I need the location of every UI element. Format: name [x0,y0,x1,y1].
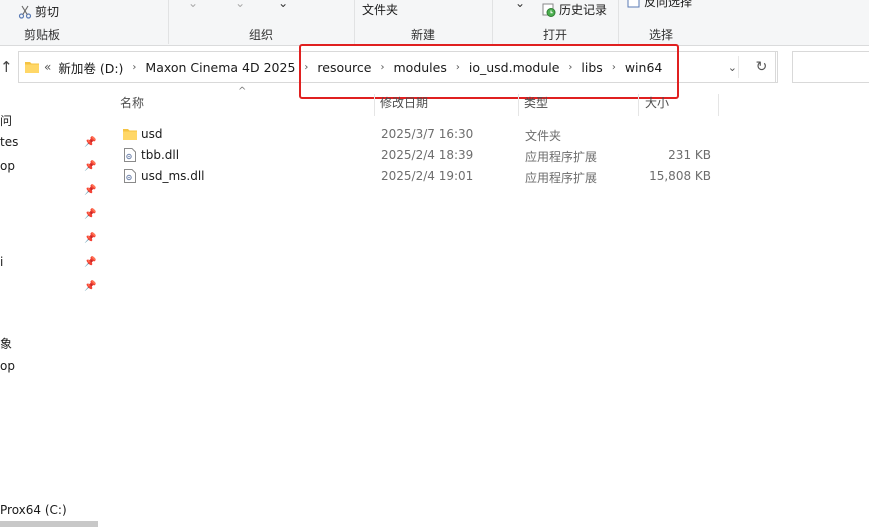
folder-icon [123,129,137,140]
nav-item[interactable]: i [0,255,3,269]
ribbon-group-label: 新建 [410,28,435,42]
dll-file-icon [124,169,136,183]
ribbon-group-organize: 组织 [168,0,354,46]
breadcrumb-item[interactable]: modules [394,60,447,75]
address-row: ↑ « 新加卷 (D:) › Maxon Cinema 4D 2025 › re… [0,49,869,87]
ribbon-group-label: 剪贴板 [23,28,60,42]
file-row[interactable]: usd 2025/3/7 16:30 文件夹 [120,124,720,145]
ribbon-group-select: 选择 [618,0,704,46]
breadcrumb: « 新加卷 (D:) › Maxon Cinema 4D 2025 › reso… [44,58,662,77]
column-header-type[interactable]: 类型 [524,94,548,116]
file-modified: 2025/2/4 19:01 [381,169,474,183]
file-row[interactable]: usd_ms.dll 2025/2/4 19:01 应用程序扩展 15,808 … [120,166,720,187]
pin-icon[interactable]: 📌 [84,161,96,172]
nav-item[interactable]: op [0,159,15,173]
nav-item[interactable]: op [0,359,15,373]
column-header-name[interactable]: 名称 [120,94,144,116]
pin-icon[interactable]: 📌 [84,185,96,196]
pin-icon[interactable]: 📌 [84,233,96,244]
column-divider[interactable] [518,94,519,116]
refresh-icon: ↻ [755,59,768,75]
address-bar[interactable]: « 新加卷 (D:) › Maxon Cinema 4D 2025 › reso… [18,51,776,83]
file-size: 15,808 KB [649,169,711,183]
dll-file-icon [124,148,136,162]
refresh-button[interactable]: ↻ [746,51,778,83]
file-type: 应用程序扩展 [525,171,598,185]
chevron-right-icon[interactable]: › [132,62,136,73]
horizontal-scrollbar[interactable] [0,521,98,527]
navigation-pane: 问 tes 📌 op 📌 📌 📌 📌 i 📌 📌 象 op Prox64 (C:… [0,92,102,527]
ribbon-group-new: 新建 [354,0,492,46]
ribbon-group-open: 打开 [492,0,618,46]
file-name: usd [141,127,163,141]
pin-icon[interactable]: 📌 [84,257,96,268]
breadcrumb-item[interactable]: io_usd.module [469,60,560,75]
column-divider[interactable] [374,94,375,116]
file-name: usd_ms.dll [141,169,205,183]
breadcrumb-item[interactable]: win64 [625,60,663,75]
file-modified: 2025/3/7 16:30 [381,127,474,141]
sort-ascending-icon: ^ [238,86,247,97]
nav-item-drive-c[interactable]: Prox64 (C:) [0,503,67,517]
file-type: 文件夹 [525,129,562,143]
pin-icon[interactable]: 📌 [84,209,96,220]
file-row[interactable]: tbb.dll 2025/2/4 18:39 应用程序扩展 231 KB [120,145,720,166]
folder-icon [25,62,39,73]
breadcrumb-item[interactable]: 新加卷 (D:) [58,58,123,77]
column-divider[interactable] [638,94,639,116]
ribbon: 剪切 剪贴板 ⌄ ⌄ ⌄ 组织 文件夹 新建 ⌄ 历史记录 打开 反向选择 选择 [0,0,869,46]
nav-item[interactable]: tes [0,135,18,149]
breadcrumb-item[interactable]: resource [317,60,371,75]
breadcrumb-overflow[interactable]: « [44,60,51,74]
column-header-size[interactable]: 大小 [645,94,669,116]
up-arrow-icon[interactable]: ↑ [0,57,14,77]
file-modified: 2025/2/4 18:39 [381,148,474,162]
ribbon-group-label: 组织 [248,28,273,42]
nav-item[interactable]: 问 [0,112,12,129]
pin-icon[interactable]: 📌 [84,281,96,292]
pin-icon[interactable]: 📌 [84,137,96,148]
chevron-down-icon[interactable]: ⌄ [728,61,737,74]
chevron-right-icon[interactable]: › [304,62,308,73]
nav-item[interactable]: 象 [0,335,12,352]
breadcrumb-item[interactable]: libs [581,60,602,75]
ribbon-group-clipboard: 剪贴板 [0,0,84,46]
chevron-right-icon[interactable]: › [568,62,572,73]
breadcrumb-item[interactable]: Maxon Cinema 4D 2025 [145,60,295,75]
file-type: 应用程序扩展 [525,150,598,164]
ribbon-group-label: 打开 [542,28,567,42]
divider [738,56,739,78]
ribbon-group-label: 选择 [648,28,673,42]
file-size: 231 KB [668,148,711,162]
column-header-modified[interactable]: 修改日期 [380,94,428,116]
file-name: tbb.dll [141,148,180,162]
chevron-right-icon[interactable]: › [456,62,460,73]
column-divider[interactable] [718,94,719,116]
search-input[interactable] [792,51,869,83]
chevron-right-icon[interactable]: › [612,62,616,73]
chevron-right-icon[interactable]: › [381,62,385,73]
